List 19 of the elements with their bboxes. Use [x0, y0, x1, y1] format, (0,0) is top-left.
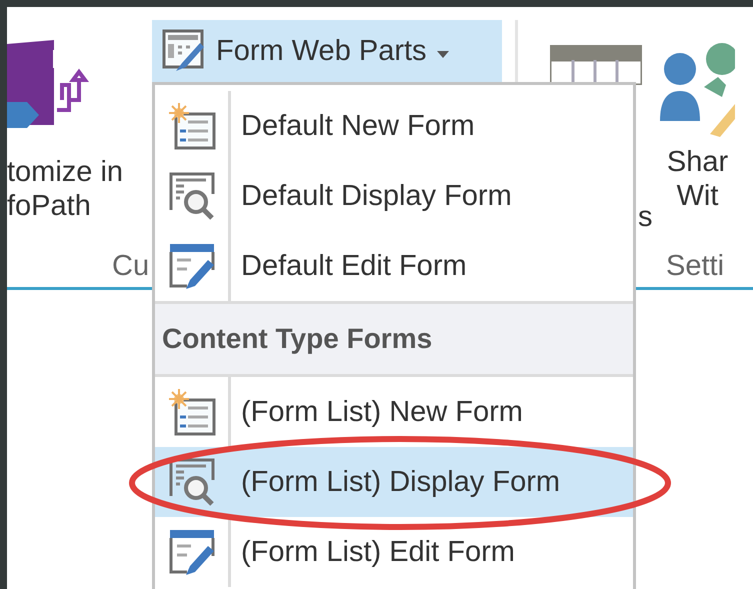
menu-item[interactable]: (Form List) Display Form — [155, 447, 633, 517]
menu-item[interactable]: Default Display Form — [155, 161, 633, 231]
form-web-parts-button[interactable]: Form Web Parts — [152, 20, 502, 82]
new-form-icon — [168, 388, 216, 436]
form-edit-icon — [168, 242, 216, 290]
caret-icon — [436, 50, 449, 58]
ribbon-button-label: s — [638, 200, 654, 234]
form-search-icon — [168, 172, 216, 220]
group-label: Cu — [112, 250, 150, 283]
menu-section-header: Content Type Forms — [155, 301, 633, 377]
group-label: Setti — [666, 250, 724, 283]
new-form-icon — [168, 102, 216, 150]
customize-infopath-button[interactable]: tomize in foPath — [7, 7, 124, 223]
form-edit-icon — [162, 29, 206, 73]
share-button[interactable]: Shar Wit — [660, 7, 735, 213]
menu-item[interactable]: (Form List) Edit Form — [155, 517, 633, 587]
menu-item[interactable]: Default New Form — [155, 91, 633, 161]
form-edit-icon — [168, 528, 216, 576]
form-search-icon — [168, 458, 216, 506]
